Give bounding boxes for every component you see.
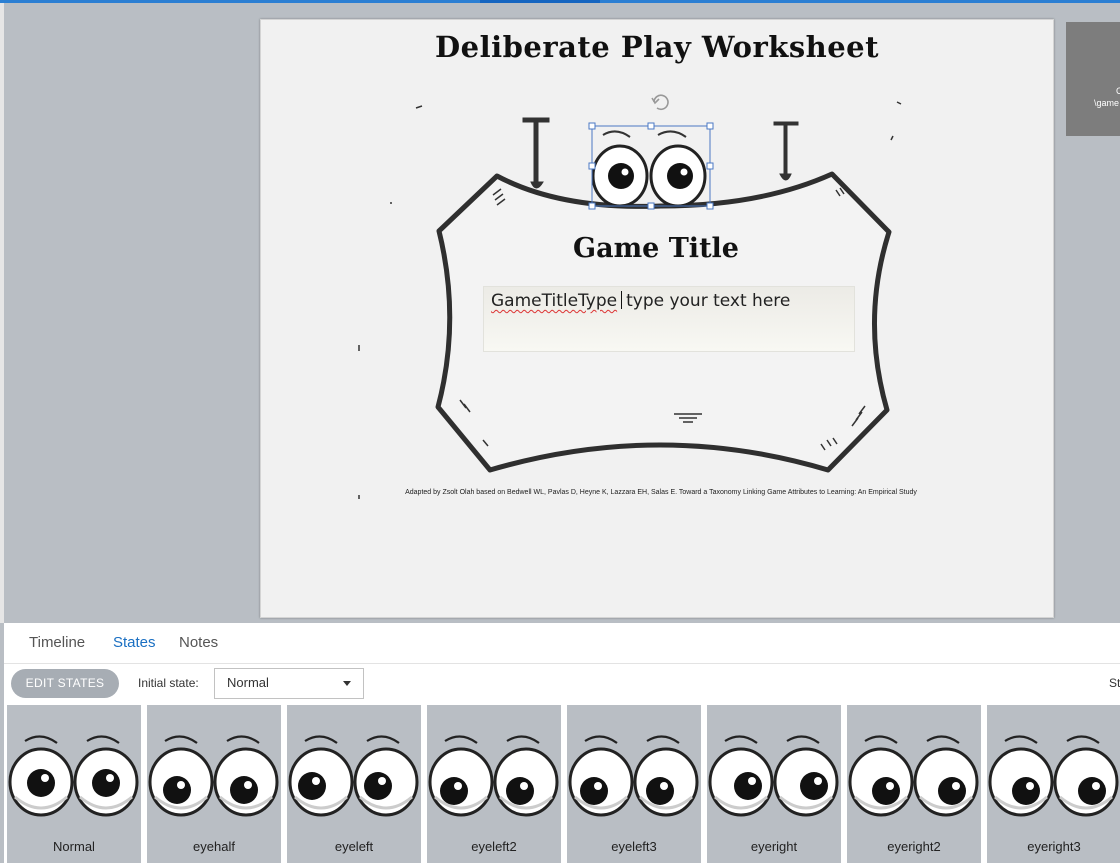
state-label: eyeleft	[334, 839, 374, 854]
state-label: eyeright2	[887, 839, 941, 854]
toolbar-right-label: St	[1109, 676, 1120, 690]
state-thumbnail[interactable]: Normal	[7, 705, 141, 863]
rotate-icon[interactable]	[651, 94, 669, 111]
eyes-icon	[148, 735, 279, 817]
eyes-icon	[428, 735, 559, 817]
states-list: Normal eyehalf eyeleft eyeleft2 eyeleft3 eyer…	[4, 705, 1120, 863]
initial-state-dropdown[interactable]: Normal	[214, 668, 364, 699]
eyes-icon	[568, 735, 699, 817]
thumb-line-1: C	[1116, 86, 1120, 96]
state-label: eyeright3	[1027, 839, 1081, 854]
slide-canvas[interactable]: Deliberate Play Worksheet Game Title Gam…	[4, 3, 1120, 623]
state-thumbnail[interactable]: eyeright3	[987, 705, 1120, 863]
variable-name: GameTitleType	[491, 291, 618, 311]
thumb-line-2: \game	[1094, 98, 1120, 108]
game-title-text-entry[interactable]: GameTitleType type your text here	[483, 286, 855, 352]
state-label: eyeleft3	[611, 839, 657, 854]
state-thumbnail[interactable]: eyeright2	[847, 705, 981, 863]
bottom-panel: Timeline States Notes EDIT STATES Initia…	[4, 623, 1120, 863]
panel-tabs: Timeline States Notes	[4, 623, 1120, 664]
text-entry-placeholder: type your text here	[626, 291, 791, 311]
initial-state-label: Initial state:	[138, 676, 199, 690]
eyes-graphic[interactable]	[591, 130, 707, 208]
state-label: eyehalf	[193, 839, 235, 854]
slide[interactable]: Deliberate Play Worksheet Game Title Gam…	[260, 19, 1054, 618]
eyes-icon	[8, 735, 139, 817]
adjacent-slide-thumbnail[interactable]: C \game	[1066, 22, 1120, 136]
state-thumbnail[interactable]: eyehalf	[147, 705, 281, 863]
edit-states-button[interactable]: EDIT STATES	[11, 669, 119, 698]
game-title[interactable]: Game Title	[561, 233, 751, 264]
chevron-down-icon	[343, 681, 351, 686]
eyes-icon	[848, 735, 979, 817]
eyes-icon	[708, 735, 839, 817]
initial-state-value: Normal	[227, 675, 269, 690]
state-label: eyeleft2	[471, 839, 517, 854]
tab-timeline[interactable]: Timeline	[29, 634, 85, 651]
state-thumbnail[interactable]: eyeleft2	[427, 705, 561, 863]
state-label: Normal	[53, 839, 95, 854]
text-caret	[621, 291, 623, 309]
state-thumbnail[interactable]: eyeleft	[287, 705, 421, 863]
tab-notes[interactable]: Notes	[179, 634, 218, 651]
states-toolbar: EDIT STATES Initial state: Normal St	[4, 663, 1120, 705]
state-thumbnail[interactable]: eyeleft3	[567, 705, 701, 863]
eyes-icon	[288, 735, 419, 817]
tab-states[interactable]: States	[113, 634, 156, 651]
citation-text[interactable]: Adapted by Zsolt Olah based on Bedwell W…	[261, 489, 1061, 496]
eyes-icon	[988, 735, 1119, 817]
state-thumbnail[interactable]: eyeright	[707, 705, 841, 863]
state-label: eyeright	[750, 839, 798, 854]
